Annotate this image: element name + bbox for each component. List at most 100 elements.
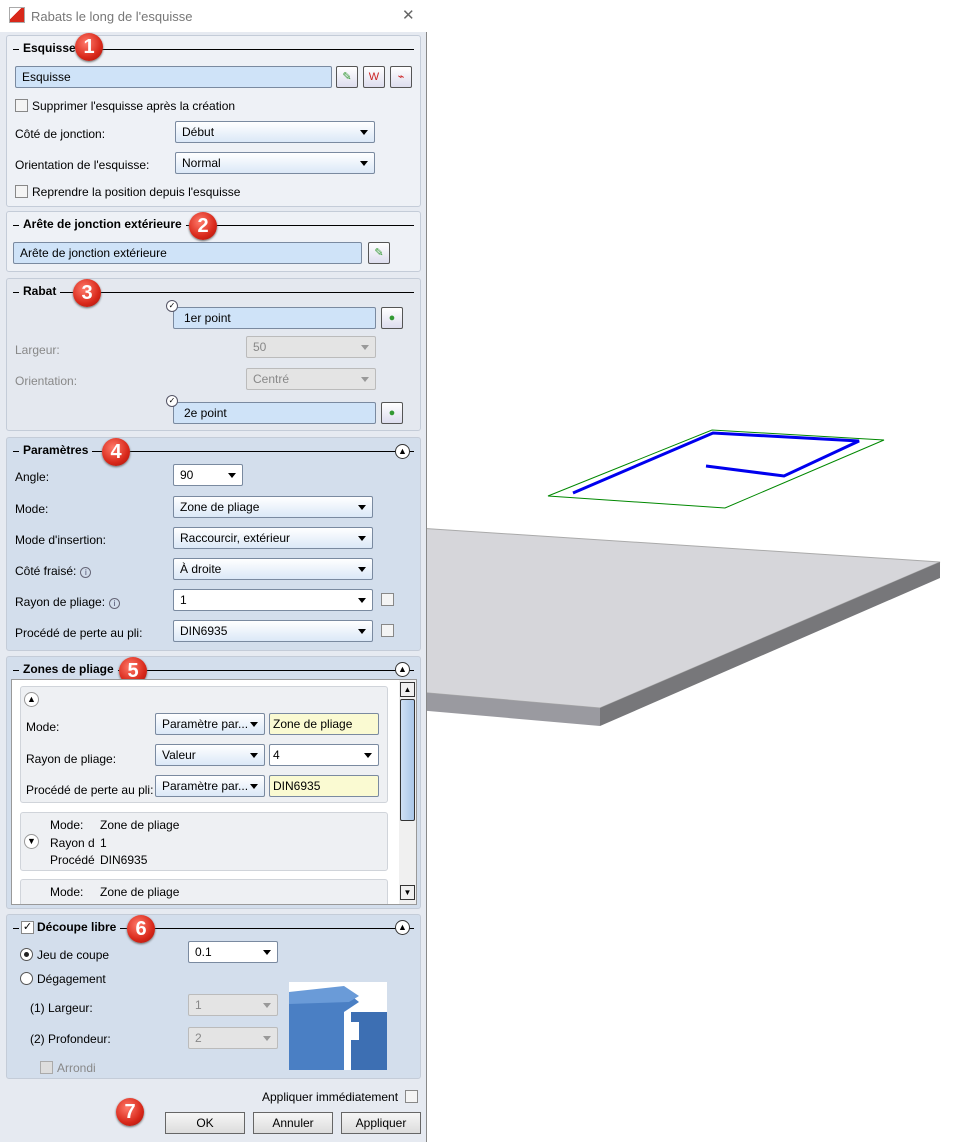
collapse-icon[interactable]: ▲ <box>395 920 410 935</box>
radius-checkbox[interactable] <box>381 593 394 606</box>
largeur-label: (1) Largeur: <box>30 1001 93 1015</box>
callout-badge: 4 <box>102 438 130 466</box>
dialog: Rabats le long de l'esquisse ✕ Esquisse … <box>0 0 427 1142</box>
mode-value: Zone de pliage <box>100 885 180 899</box>
pick-point1-icon[interactable]: ● <box>381 307 403 329</box>
info-icon[interactable]: i <box>80 567 92 578</box>
jeu-radio[interactable] <box>20 948 33 961</box>
radius-select[interactable]: 1 <box>173 589 373 611</box>
loss-label: Procédé <box>50 853 95 867</box>
callout-badge: 6 <box>127 915 155 943</box>
angle-label: Angle: <box>15 470 50 484</box>
radius-value-select[interactable]: 4 <box>269 744 379 766</box>
mode-label: Mode: <box>15 502 49 516</box>
zones-list: ▲ Mode: Paramètre par... Zone de pliage … <box>11 679 417 905</box>
sketch-plane <box>547 429 885 509</box>
orientation-select[interactable]: Normal <box>175 152 375 174</box>
mode-label: Mode: <box>26 720 60 734</box>
section-title: Zones de pliage <box>19 662 118 676</box>
pick-sketch-icon[interactable]: ✎ <box>336 66 358 88</box>
milled-select[interactable]: À droite <box>173 558 373 580</box>
scroll-thumb[interactable] <box>400 699 415 821</box>
callout-badge: 2 <box>189 212 217 240</box>
side-select[interactable]: Début <box>175 121 375 143</box>
info-icon[interactable]: i <box>109 598 121 609</box>
loss-select[interactable]: DIN6935 <box>173 620 373 642</box>
point2-field[interactable]: 2e point <box>173 402 376 424</box>
milled-label: Côté fraisé: i <box>15 564 92 578</box>
check-icon: ✓ <box>166 395 178 407</box>
edit-sketch-icon[interactable]: W <box>363 66 385 88</box>
cancel-button[interactable]: Annuler <box>253 1112 333 1134</box>
pick-edge-icon[interactable]: ✎ <box>368 242 390 264</box>
loss-checkbox[interactable] <box>381 624 394 637</box>
radius-label: Rayon d <box>50 836 95 850</box>
largeur-select[interactable]: 1 <box>188 994 278 1016</box>
jeu-select[interactable]: 0.1 <box>188 941 278 963</box>
section-parametres: Paramètres ▲ 4 Angle: 90 Mode: Zone de p… <box>6 437 421 651</box>
collapse-icon[interactable]: ▲ <box>395 662 410 677</box>
scroll-down-icon[interactable]: ▼ <box>400 885 415 900</box>
zone-item-expanded: ▲ Mode: Paramètre par... Zone de pliage … <box>20 686 388 803</box>
take-position-checkbox[interactable] <box>15 185 28 198</box>
pick-point2-icon[interactable]: ● <box>381 402 403 424</box>
zone-item-collapsed[interactable]: Mode: Zone de pliage <box>20 879 388 904</box>
mode-label: Mode: <box>50 885 84 899</box>
loss-label: Procédé de perte au pli: <box>15 626 143 640</box>
apply-now-label: Appliquer immédiatement <box>262 1090 399 1104</box>
sketch-line-icon[interactable]: ⌁ <box>390 66 412 88</box>
arrondi-checkbox[interactable] <box>40 1061 53 1074</box>
side-label: Côté de jonction: <box>15 127 106 141</box>
orientation-select[interactable]: Centré <box>246 368 376 390</box>
edge-field[interactable]: Arête de jonction extérieure <box>13 242 362 264</box>
section-zones: Zones de pliage ▲ 5 ▲ Mode: Paramètre pa… <box>6 656 421 909</box>
apply-button[interactable]: Appliquer <box>341 1112 421 1134</box>
ok-button[interactable]: OK <box>165 1112 245 1134</box>
close-icon[interactable]: ✕ <box>402 6 415 24</box>
decoupe-checkbox[interactable]: ✓ <box>21 921 34 934</box>
collapse-icon[interactable]: ▲ <box>24 692 39 707</box>
title-bar: Rabats le long de l'esquisse ✕ <box>0 0 427 32</box>
section-title: Découpe libre <box>19 920 121 934</box>
scroll-up-icon[interactable]: ▲ <box>400 682 415 697</box>
section-esquisse: Esquisse 1 Esquisse ✎ W ⌁ Supprimer l'es… <box>6 33 421 207</box>
callout-badge: 1 <box>75 33 103 61</box>
radius-source-select[interactable]: Valeur <box>155 744 265 766</box>
3d-viewport[interactable] <box>416 0 957 1142</box>
expand-icon[interactable]: ▼ <box>24 834 39 849</box>
delete-sketch-checkbox[interactable] <box>15 99 28 112</box>
mode-select[interactable]: Zone de pliage <box>173 496 373 518</box>
mode-value: Zone de pliage <box>269 713 379 735</box>
degagement-radio[interactable] <box>20 972 33 985</box>
loss-source-select[interactable]: Paramètre par... <box>155 775 265 797</box>
sketch-field[interactable]: Esquisse <box>15 66 332 88</box>
scrollbar[interactable]: ▲ ▼ <box>399 680 416 904</box>
point1-field[interactable]: 1er point <box>173 307 376 329</box>
collapse-icon[interactable]: ▲ <box>395 444 410 459</box>
orientation-label: Orientation de l'esquisse: <box>15 158 150 172</box>
mode-label: Mode: <box>50 818 84 832</box>
section-rabat: Rabat 3 1er point ✓ ● Largeur: 50 Orient… <box>6 278 421 431</box>
callout-badge: 3 <box>73 279 101 307</box>
angle-select[interactable]: 90 <box>173 464 243 486</box>
mode-value: Zone de pliage <box>100 818 180 832</box>
profondeur-label: (2) Profondeur: <box>30 1032 111 1046</box>
mode-source-select[interactable]: Paramètre par... <box>155 713 265 735</box>
relief-preview-image <box>289 982 387 1070</box>
width-label: Largeur: <box>15 343 60 357</box>
radius-value: 1 <box>100 836 107 850</box>
check-icon: ✓ <box>166 300 178 312</box>
loss-value: DIN6935 <box>100 853 148 867</box>
zone-item-collapsed[interactable]: ▼ Mode: Zone de pliage Rayon d 1 Procédé… <box>20 812 388 871</box>
take-position-label: Reprendre la position depuis l'esquisse <box>32 185 241 199</box>
section-arete: Arête de jonction extérieure 2 Arête de … <box>6 211 421 272</box>
model-view <box>416 429 941 726</box>
radius-label: Rayon de pliage: <box>26 752 117 766</box>
apply-now-checkbox[interactable] <box>405 1090 418 1103</box>
insert-select[interactable]: Raccourcir, extérieur <box>173 527 373 549</box>
width-select[interactable]: 50 <box>246 336 376 358</box>
radius-label: Rayon de pliage: i <box>15 595 121 609</box>
section-title: Rabat <box>19 284 61 298</box>
profondeur-select[interactable]: 2 <box>188 1027 278 1049</box>
loss-value: DIN6935 <box>269 775 379 797</box>
